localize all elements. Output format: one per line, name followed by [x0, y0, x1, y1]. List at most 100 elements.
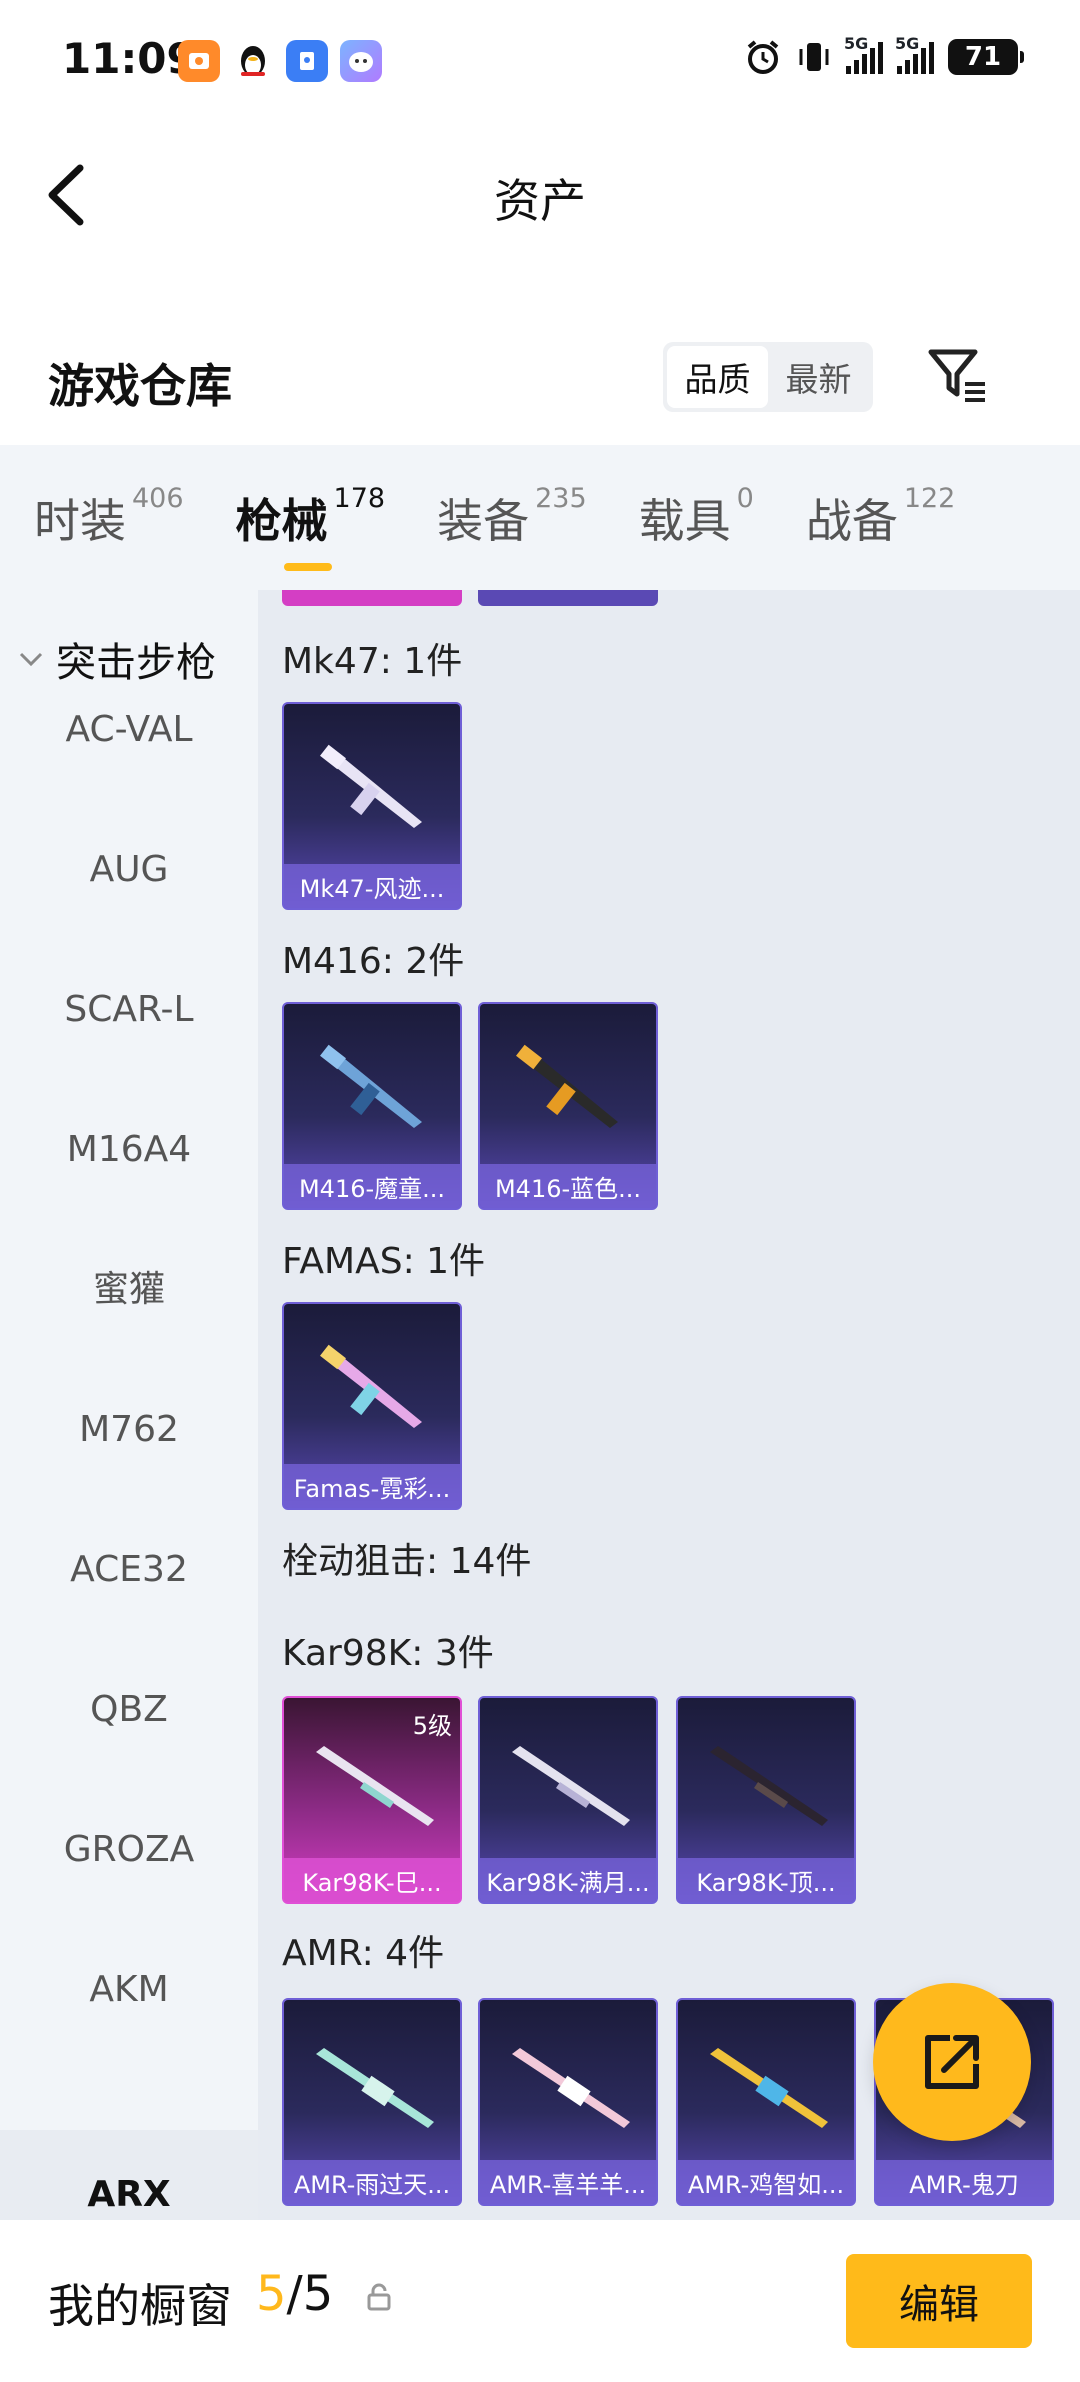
app-notification-icon [178, 40, 220, 82]
sort-latest-button[interactable]: 最新 [768, 346, 869, 408]
sidebar-item-akm[interactable]: AKM [0, 1960, 258, 2020]
battery-level: 71 [964, 42, 1002, 72]
tab-count: 178 [333, 482, 386, 514]
tab-count: 122 [903, 482, 956, 514]
skin-name: Kar98K-满月... [480, 1858, 656, 1902]
skin-card[interactable]: Kar98K-顶... [676, 1696, 856, 1904]
rifle-icon [320, 744, 422, 828]
tab-supplies[interactable]: 战备 122 [805, 482, 956, 551]
page-title: 资产 [494, 174, 586, 228]
showcase-count-total: 5 [302, 2266, 334, 2322]
sniper-rifle-icon [512, 1746, 630, 1826]
skin-name: Kar98K-巳... [284, 1858, 460, 1902]
sniper-rifle-icon [710, 2048, 828, 2128]
showcase-count: 5/5 [256, 2266, 333, 2322]
skin-name: AMR-喜羊羊... [480, 2160, 656, 2204]
group-title: M416: 2件 [282, 941, 465, 982]
sidebar-item-qbz[interactable]: QBZ [0, 1680, 258, 1740]
weapon-type-sidebar: 突击步枪 AC-VAL AUG SCAR-L M16A4 蜜獾 M762 ACE… [0, 590, 258, 2220]
tab-label: 装备 [437, 493, 530, 548]
showcase-count-separator: / [286, 2266, 303, 2322]
skin-card[interactable]: AMR-雨过天... [282, 1998, 462, 2206]
filter-button[interactable] [925, 342, 995, 412]
sniper-rifle-icon [316, 2048, 434, 2128]
notification-icons [178, 40, 382, 82]
network-type-label: 5G [844, 34, 869, 53]
tab-label: 时装 [34, 493, 126, 548]
section-title: 游戏仓库 [48, 359, 232, 413]
sidebar-item-ace32[interactable]: ACE32 [0, 1540, 258, 1600]
share-button[interactable] [873, 1983, 1031, 2141]
edit-button[interactable]: 编辑 [846, 2254, 1032, 2348]
skin-card[interactable]: AMR-喜羊羊... [478, 1998, 658, 2206]
partial-card[interactable] [282, 590, 462, 606]
tab-equipment[interactable]: 装备 235 [437, 482, 587, 551]
weapon-list: Mk47: 1件 Mk47-风迹... M416: 2件 M416-魔童... … [258, 590, 1080, 2220]
skin-card[interactable]: M416-魔童... [282, 1002, 462, 1210]
active-tab-indicator [283, 562, 332, 571]
share-icon [925, 2035, 979, 2089]
lock-icon [367, 2283, 391, 2311]
sniper-rifle-icon [512, 2048, 630, 2128]
skin-name: AMR-鬼刀 [876, 2160, 1052, 2204]
group-title: FAMAS: 1件 [282, 1241, 486, 1282]
sidebar-item-m16a4[interactable]: M16A4 [0, 1120, 258, 1180]
app-notification-icon [286, 40, 328, 82]
skin-name: Kar98K-顶... [678, 1858, 854, 1902]
sidebar-item-honey-badger[interactable]: 蜜獾 [0, 1260, 258, 1320]
signal-icon: 5G [844, 34, 883, 74]
rifle-icon [516, 1044, 618, 1128]
sort-quality-button[interactable]: 品质 [667, 346, 768, 408]
battery-icon: 71 [948, 39, 1024, 75]
sidebar-item-scar-l[interactable]: SCAR-L [0, 980, 258, 1040]
rifle-icon [320, 1344, 422, 1428]
tab-weapons[interactable]: 枪械 178 [235, 482, 386, 571]
section-head: 游戏仓库 品质 最新 [0, 320, 1080, 440]
partial-card[interactable] [478, 590, 658, 606]
group-title: AMR: 4件 [282, 1933, 445, 1974]
sidebar-group-assault-rifle[interactable]: 突击步枪 [18, 630, 216, 688]
skin-card[interactable]: Kar98K-满月... [478, 1696, 658, 1904]
category-tabs: 时装 406 枪械 178 装备 235 载具 0 战备 122 [0, 445, 1080, 590]
sidebar-item-aug[interactable]: AUG [0, 840, 258, 900]
filter-icon [928, 349, 985, 402]
qq-penguin-icon [232, 40, 274, 82]
header: 资产 [0, 120, 1080, 260]
tab-vehicles[interactable]: 载具 0 [638, 482, 754, 551]
tab-label: 战备 [805, 493, 898, 548]
vibrate-icon [799, 43, 829, 71]
chevron-down-icon [19, 652, 43, 667]
sidebar-item-groza[interactable]: GROZA [0, 1820, 258, 1880]
tab-count: 0 [736, 482, 754, 514]
tab-count: 406 [132, 482, 184, 514]
skin-name: Famas-霓彩... [284, 1464, 460, 1508]
signal-icon: 5G [895, 34, 934, 74]
group-title: Kar98K: 3件 [282, 1633, 494, 1674]
tab-label: 载具 [638, 493, 731, 548]
skin-card[interactable]: AMR-鸡智如... [676, 1998, 856, 2206]
sidebar-item-m762[interactable]: M762 [0, 1400, 258, 1460]
sidebar-item-ac-val[interactable]: AC-VAL [0, 700, 258, 760]
status-bar: 11:09 5G 5G 71 [0, 0, 1080, 120]
skin-name: M416-蓝色... [480, 1164, 656, 1208]
status-time: 11:09 [62, 34, 196, 83]
alarm-icon [747, 40, 779, 74]
sort-toggle: 品质 最新 [663, 342, 873, 412]
skin-card[interactable]: Famas-霓彩... [282, 1302, 462, 1510]
skin-card[interactable]: Mk47-风迹... [282, 702, 462, 910]
skin-card[interactable]: 5级 Kar98K-巳... [282, 1696, 462, 1904]
showcase-bar: 我的橱窗 5/5 编辑 [0, 2220, 1080, 2382]
showcase-title: 我的橱窗 [48, 2279, 232, 2333]
skin-name: M416-魔童... [284, 1164, 460, 1208]
tab-count: 235 [535, 482, 587, 514]
skin-name: AMR-鸡智如... [678, 2160, 854, 2204]
skin-card[interactable]: M416-蓝色... [478, 1002, 658, 1210]
skin-name: Mk47-风迹... [284, 864, 460, 908]
tab-fashion[interactable]: 时装 406 [34, 482, 184, 551]
sniper-rifle-icon [316, 1746, 434, 1826]
skin-name: AMR-雨过天... [284, 2160, 460, 2204]
tab-label: 枪械 [235, 493, 328, 548]
sidebar-item-arx[interactable]: ARX [0, 2130, 258, 2220]
sniper-rifle-icon [710, 1746, 828, 1826]
system-icons: 5G 5G 71 [744, 34, 1024, 76]
